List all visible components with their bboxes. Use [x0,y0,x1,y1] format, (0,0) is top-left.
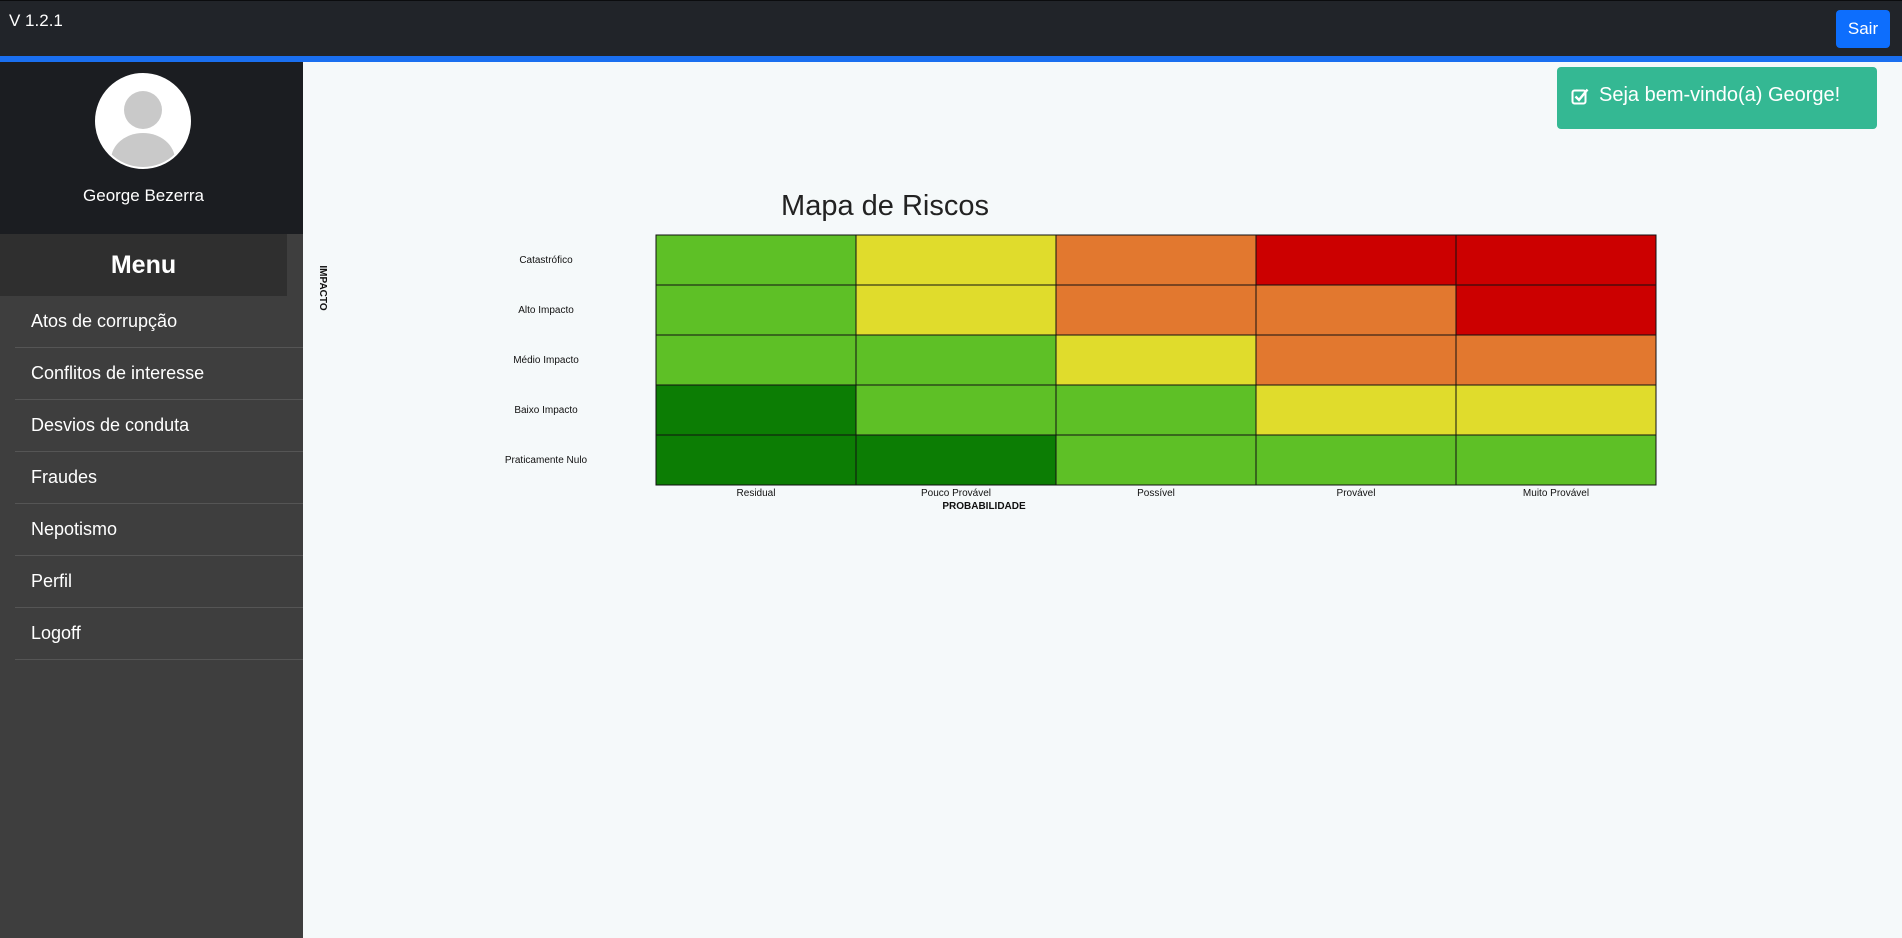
y-tick-labels: Catastrófico Alto Impacto Médio Impacto Bai… [505,255,588,466]
heatmap-cell-catastrofico-pouco-provavel [855,234,1057,286]
avatar [95,73,191,169]
heatmap-cell-praticamente-nulo-provavel [1255,434,1457,486]
y-axis-label: IMPACTO [317,265,328,310]
user-avatar-icon [99,77,187,167]
x-tick-label: Provável [1337,488,1376,499]
y-tick-label: Praticamente Nulo [505,455,588,466]
heatmap-cell-baixo-impacto-pouco-provavel [855,384,1057,436]
heatmap-cell-praticamente-nulo-possivel [1055,434,1257,486]
heatmap-cell-baixo-impacto-muito-provavel [1455,384,1657,436]
sidebar-item-atos-de-corrupcao[interactable]: Atos de corrupção [15,296,303,348]
sidebar-item-logoff[interactable]: Logoff [15,608,303,660]
sidebar-item-desvios-de-conduta[interactable]: Desvios de conduta [15,400,303,452]
heatmap-cell-alto-impacto-muito-provavel [1455,284,1657,336]
sidebar-item-conflitos-de-interesse[interactable]: Conflitos de interesse [15,348,303,400]
heatmap-cell-baixo-impacto-provavel [1255,384,1457,436]
heatmap-cell-praticamente-nulo-residual [655,434,857,486]
heatmap-cells [655,234,1657,486]
sidebar: George Bezerra Menu Atos de corrupção Co… [0,62,303,938]
x-tick-label: Possível [1137,488,1175,499]
menu-title: Menu [0,234,287,296]
y-tick-label: Médio Impacto [513,355,579,366]
sidebar-menu: Atos de corrupção Conflitos de interesse… [15,296,303,660]
heatmap-cell-medio-impacto-pouco-provavel [855,334,1057,386]
heatmap-cell-catastrofico-provavel [1255,234,1457,286]
heatmap-cell-medio-impacto-provavel [1255,334,1457,386]
toast-message: Seja bem-vindo(a) George! [1599,84,1841,106]
x-axis-label: PROBABILIDADE [942,501,1026,512]
y-tick-label: Baixo Impacto [514,405,578,416]
user-profile: George Bezerra [0,62,303,234]
check-square-icon [1571,88,1589,105]
heatmap-cell-alto-impacto-residual [655,284,857,336]
heatmap-cell-alto-impacto-pouco-provavel [855,284,1057,336]
y-tick-label: Catastrófico [519,255,573,266]
sidebar-item-fraudes[interactable]: Fraudes [15,452,303,504]
app-version: V 1.2.1 [9,11,63,30]
sidebar-item-nepotismo[interactable]: Nepotismo [15,504,303,556]
heatmap-cell-catastrofico-muito-provavel [1455,234,1657,286]
heatmap-cell-medio-impacto-possivel [1055,334,1257,386]
heatmap-cell-baixo-impacto-residual [655,384,857,436]
heatmap-cell-catastrofico-residual [655,234,857,286]
heatmap-cell-medio-impacto-muito-provavel [1455,334,1657,386]
user-name: George Bezerra [83,186,204,205]
heatmap-cell-praticamente-nulo-muito-provavel [1455,434,1657,486]
risk-heatmap: IMPACTO PROBABILIDADE Catastrófico Alto I… [317,234,1657,512]
y-tick-label: Alto Impacto [518,305,574,316]
exit-button[interactable]: Sair [1836,10,1890,48]
heatmap-cell-alto-impacto-provavel [1255,284,1457,336]
sidebar-item-perfil[interactable]: Perfil [15,556,303,608]
x-tick-labels: Residual Pouco Provável Possível Provável Mu… [737,488,1590,499]
x-tick-label: Residual [737,488,776,499]
heatmap-cell-praticamente-nulo-pouco-provavel [855,434,1057,486]
top-navbar: V 1.2.1 Sair [0,0,1902,56]
x-tick-label: Muito Provável [1523,488,1589,499]
welcome-toast[interactable]: Seja bem-vindo(a) George! [1557,67,1877,129]
heatmap-cell-medio-impacto-residual [655,334,857,386]
heatmap-cell-catastrofico-possivel [1055,234,1257,286]
chart-title: Mapa de Riscos [781,190,989,222]
heatmap-cell-baixo-impacto-possivel [1055,384,1257,436]
heatmap-cell-alto-impacto-possivel [1055,284,1257,336]
x-tick-label: Pouco Provável [921,488,991,499]
